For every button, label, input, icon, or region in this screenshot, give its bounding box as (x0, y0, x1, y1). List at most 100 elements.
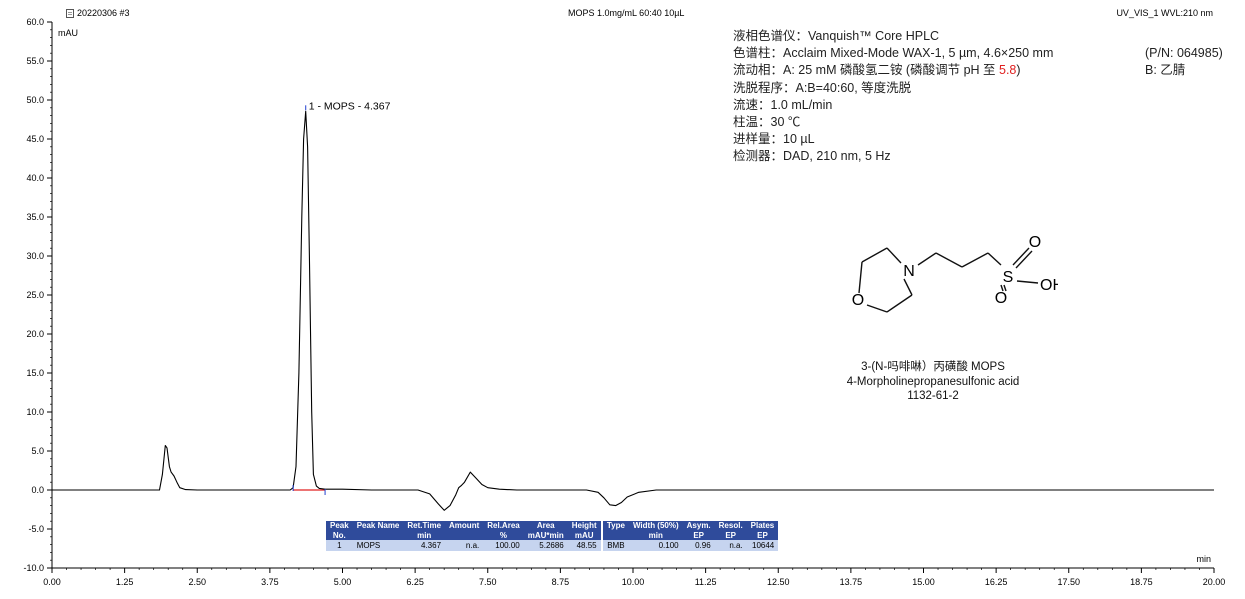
table-header-text: Asym. (686, 521, 711, 530)
x-tick-label: 12.50 (767, 577, 790, 587)
y-tick-label: 20.0 (26, 329, 44, 339)
atom-o-bottom: O (995, 290, 1007, 307)
table-header-text: No. (332, 530, 346, 540)
method-info: 液相色谱仪：Vanquish™ Core HPLC 色谱柱：Acclaim Mi… (733, 28, 1223, 166)
x-tick-label: 18.75 (1130, 577, 1153, 587)
elution-line: 洗脱程序：A:B=40:60, 等度洗脱 (733, 80, 912, 95)
table-header-text: EP (757, 530, 768, 540)
y-tick-label: 40.0 (26, 173, 44, 183)
x-tick-label: 17.50 (1057, 577, 1080, 587)
table-cell: 10644 (746, 540, 779, 551)
table-header-cell: Amount (445, 521, 484, 541)
table-header-cell: Height mAU (567, 521, 601, 540)
compound-cas: 1132-61-2 (907, 390, 959, 402)
y-tick-label: -10.0 (23, 563, 44, 573)
table-header-text: Area (536, 521, 555, 530)
table-header-text: Plates (750, 521, 775, 530)
y-tick-label: 45.0 (26, 134, 44, 144)
mobile-phase-ph: 5.8 (999, 63, 1017, 78)
mobile-phase-a: 流动相：A: 25 mM 磷酸氢二铵 (磷酸调节 pH 至 (733, 63, 999, 78)
table-header-cell (600, 521, 603, 541)
x-tick-label: 10.00 (622, 577, 645, 587)
table-header-cell: Resol. EP (714, 521, 747, 540)
table-header-text (357, 531, 400, 541)
table-header-text: Ret.Time (407, 521, 442, 530)
table-header-text: Height (571, 521, 597, 530)
table-header-cell: Plates EP (746, 521, 779, 540)
x-tick-label: 13.75 (840, 577, 863, 587)
table-header-text: mAU*min (527, 530, 564, 540)
table-body: 1 MOPS 4.367 n.a. 100.00 5.2686 48.55 BMB 0.100 0… (326, 540, 779, 551)
table-header-text: EP (693, 530, 704, 540)
table-header-cell: Type (602, 521, 629, 541)
y-tick-label: 35.0 (26, 212, 44, 222)
y-tick-label: 5.0 (31, 446, 44, 456)
table-header-cell: Asym. EP (682, 521, 715, 540)
mobile-phase-b: B: 乙腈 (1145, 63, 1186, 78)
detector-line: 检测器：DAD, 210 nm, 5 Hz (733, 149, 891, 164)
y-tick-label: 50.0 (26, 95, 44, 105)
x-tick-label: 16.25 (985, 577, 1008, 587)
y-tick-label: 25.0 (26, 290, 44, 300)
peak-results-table: Peak No. Peak Name Ret.Time min Amount Rel.A… (326, 521, 779, 551)
column-part-number: (P/N: 064985) (1145, 46, 1223, 61)
atom-oh: OH (1040, 277, 1058, 294)
atom-o-ring: O (852, 292, 864, 309)
table-header-text: min (417, 530, 432, 540)
x-tick-label: 0.00 (43, 577, 61, 587)
table-header-text (607, 531, 625, 541)
table-header-text: Type (606, 521, 625, 530)
table-header-text (601, 531, 603, 541)
table-header-cell: Area mAU*min (523, 521, 568, 540)
x-tick-label: 20.00 (1203, 577, 1226, 587)
table-cell: n.a. (714, 540, 747, 551)
atom-n: N (903, 263, 915, 280)
temperature-line: 柱温：30 ℃ (733, 115, 801, 130)
x-tick-label: 3.75 (261, 577, 279, 587)
flow-line: 流速：1.0 mL/min (733, 97, 833, 112)
table-header-text: Resol. (718, 521, 743, 530)
y-tick-label: 10.0 (26, 407, 44, 417)
table-cell: 5.2686 (523, 540, 568, 551)
table-header-text: % (499, 530, 508, 540)
y-axis-label: mAU (58, 28, 78, 38)
table-header-text: Peak (330, 521, 349, 530)
table-cell: BMB (602, 540, 629, 551)
mobile-phase-line: 流动相：A: 25 mM 磷酸氢二铵 (磷酸调节 pH 至 5.8) B: 乙腈 (733, 62, 1185, 79)
table-header-cell: Peak Name (352, 521, 404, 541)
table-header-text (601, 521, 603, 531)
y-tick-label: 0.0 (31, 485, 44, 495)
x-axis-label: min (1196, 554, 1211, 564)
y-tick-label: 15.0 (26, 368, 44, 378)
x-tick-label: 6.25 (406, 577, 424, 587)
table-header-text: Width (50%) (632, 521, 679, 530)
chromatogram: -10.0 -5.0 0.0 5.0 10.0 15.0 20.0 25.0 30.0 35.0 4… (23, 17, 1226, 587)
table-cell: 100.00 (483, 540, 524, 551)
table-header-cell: Peak No. (326, 521, 353, 540)
compound-name-cn: 3-(N-吗啡啉）丙磺酸 MOPS (861, 361, 1005, 373)
table-cell: 0.96 (682, 540, 715, 551)
peak-label: 1 - MOPS - 4.367 (309, 100, 391, 112)
x-tick-label: 7.50 (479, 577, 497, 587)
table-header-text: Rel.Area (487, 521, 520, 530)
table-cell: MOPS (352, 540, 404, 551)
table-header-text (449, 531, 479, 541)
column-text: 色谱柱：Acclaim Mixed-Mode WAX-1, 5 µm, 4.6×… (733, 46, 1054, 61)
y-tick-label: 60.0 (26, 17, 44, 27)
table-header-text: EP (725, 530, 736, 540)
table-cell: 48.55 (567, 540, 601, 551)
table-cell: 0.100 (628, 540, 683, 551)
atom-o-top: O (1029, 234, 1041, 251)
table-header-text: Peak Name (356, 521, 400, 530)
table-row: 1 MOPS 4.367 n.a. 100.00 5.2686 48.55 BMB 0.100 0… (326, 540, 779, 551)
table-cell: 1 (326, 540, 353, 551)
table-cell: n.a. (445, 540, 484, 551)
x-tick-label: 2.50 (188, 577, 206, 587)
y-tick-label: 55.0 (26, 56, 44, 66)
table-header-text: mAU (574, 530, 594, 540)
atom-s: S (1003, 269, 1014, 286)
table-header-cell: Rel.Area% (483, 521, 524, 540)
x-tick-label: 5.00 (334, 577, 352, 587)
column-line: 色谱柱：Acclaim Mixed-Mode WAX-1, 5 µm, 4.6×… (733, 45, 1223, 62)
x-tick-label: 8.75 (552, 577, 570, 587)
